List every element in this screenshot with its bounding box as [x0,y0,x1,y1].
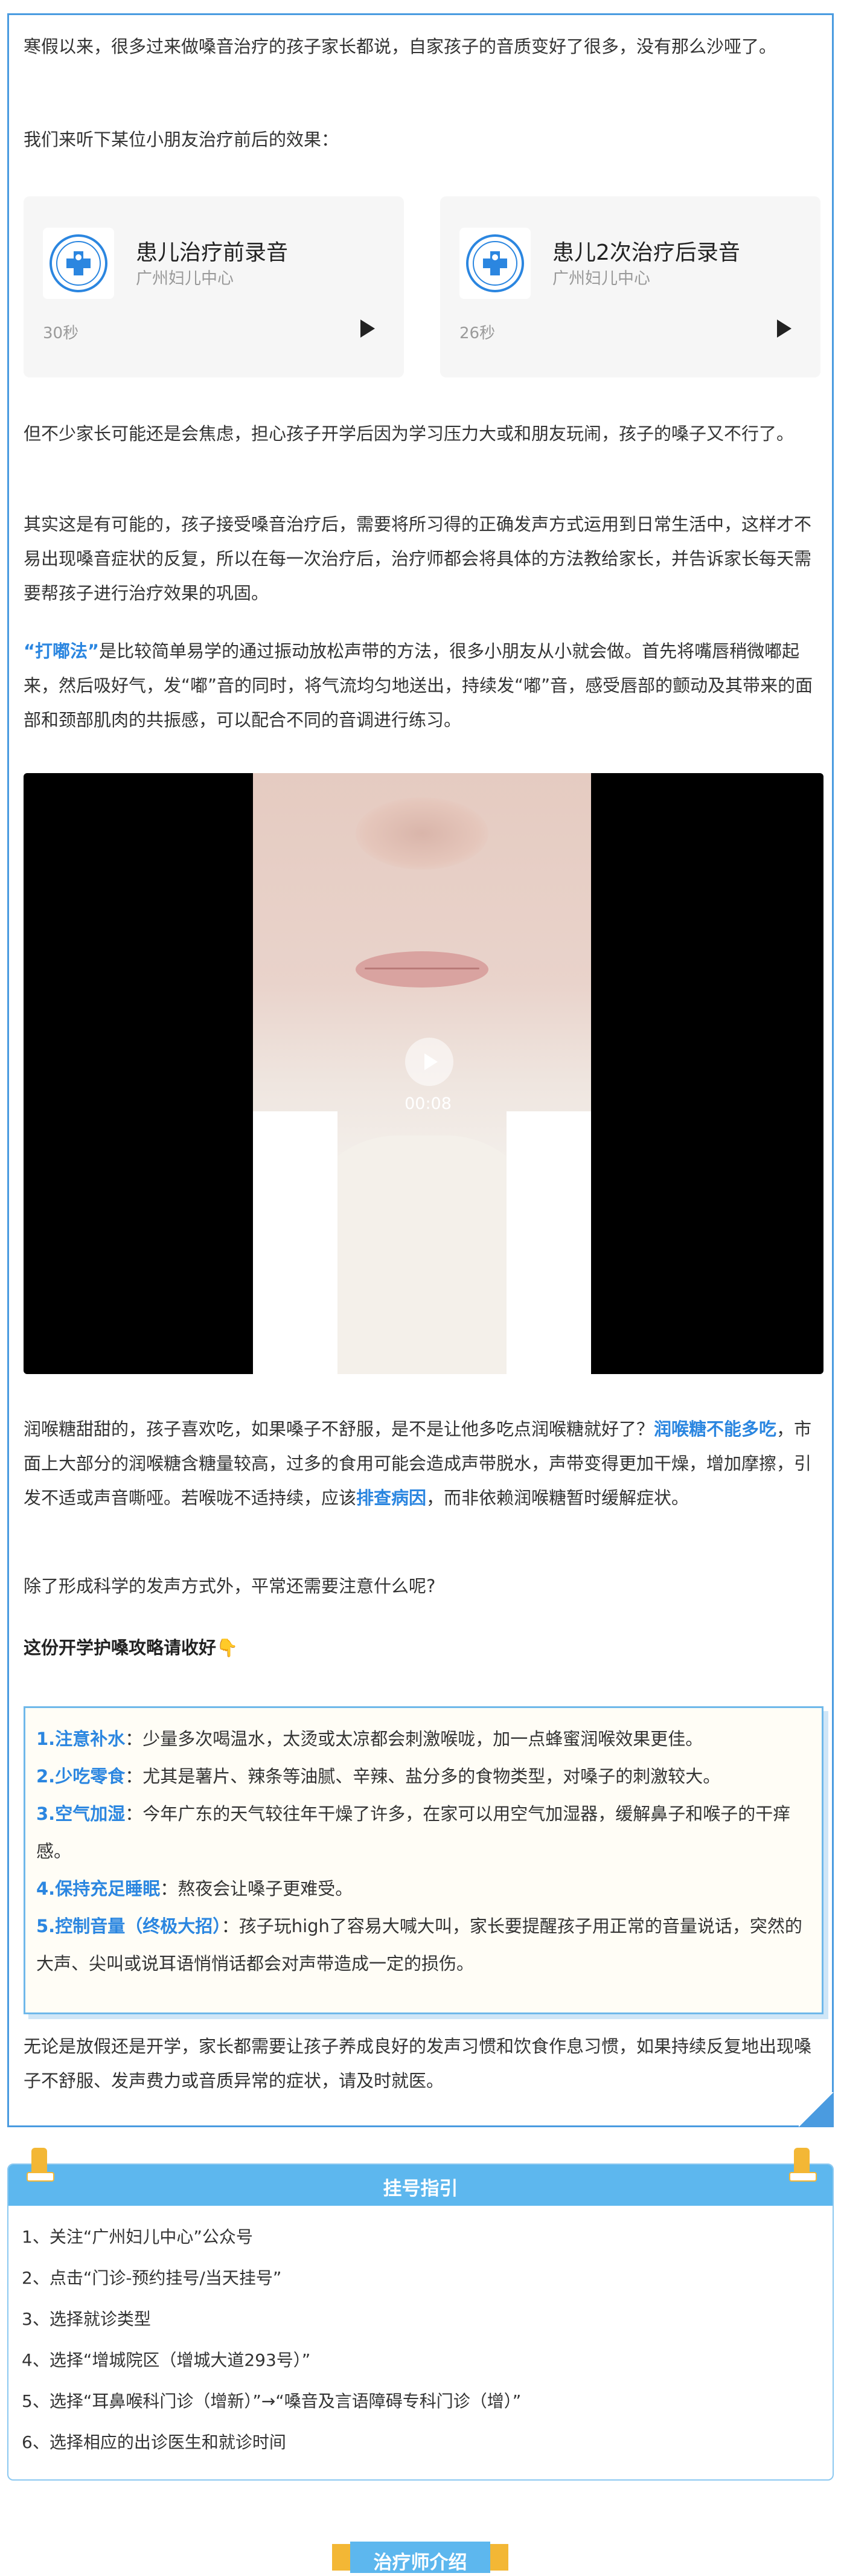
guide-step: 4、选择“增城院区（增城大道293号）” [22,2350,311,2370]
tip-text: ：熬夜会让嗓子更难受。 [160,1878,353,1899]
tip-heading: 5.控制音量（终极大招） [36,1916,222,1936]
lozenge-highlight-1: 润喉糖不能多吃 [654,1419,777,1439]
tip-heading: 2.少吃零食 [36,1766,126,1787]
paragraph-consolidate: 其实这是有可能的，孩子接受嗓音治疗后，需要将所习得的正确发声方式运用到日常生活中… [24,514,812,603]
guide-step: 2、点击“门诊-预约挂号/当天挂号” [22,2268,282,2288]
intro-bar-right [490,2544,508,2571]
tip-heading: 3.空气加湿 [36,1804,126,1824]
guide-title: 挂号指引 [383,2178,458,2200]
guide-step: 5、选择“耳鼻喉科门诊（增新）”→“嗓音及言语障碍专科门诊（增）” [22,2391,522,2411]
video-player[interactable]: 00:08 [24,773,823,1374]
audio-duration: 26秒 [459,324,496,342]
pin-icon [789,2148,817,2182]
tips-box: 1.注意补水：少量多次喝温水，太烫或太凉都会刺激喉咙，加一点蜂蜜润喉效果更佳。 … [24,1706,823,2014]
tip-item: 2.少吃零食：尤其是薯片、辣条等油腻、辛辣、盐分多的食物类型，对嗓子的刺激较大。 [36,1758,809,1795]
doctor-intro-banner: 治疗师介绍 [350,2542,490,2574]
tip-item: 4.保持充足睡眠：熬夜会让嗓子更难受。 [36,1870,809,1907]
tip-heading: 4.保持充足睡眠 [36,1878,161,1899]
guide-step: 1、关注“广州妇儿中心”公众号 [22,2227,253,2247]
tip-heading: 1.注意补水 [36,1729,126,1749]
guide-header: 挂号指引 [8,2165,833,2206]
audio-title: 患儿2次治疗后录音 [552,240,740,265]
paragraph-dudu-method: “打嘟法”是比较简单易学的通过振动放松声带的方法，很多小朋友从小就会做。首先将嘴… [24,634,823,737]
play-icon[interactable] [777,320,791,338]
video-timestamp: 00:08 [405,1094,452,1113]
paragraph-worry: 但不少家长可能还是会焦虑，担心孩子开学后因为学习压力大或和朋友玩闹，孩子的嗓子又… [24,423,795,444]
paragraph-attention: 除了形成科学的发声方式外，平常还需要注意什么呢? [24,1576,436,1596]
hospital-logo-icon [43,228,114,299]
video-coat-right [507,1111,591,1374]
guide-step: 3、选择就诊类型 [22,2309,151,2329]
article-frame: 寒假以来，很多过来做嗓音治疗的孩子家长都说，自家孩子的音质变好了很多，没有那么沙… [7,13,834,2127]
video-play-icon[interactable] [405,1038,453,1086]
registration-guide: 挂号指引 1、关注“广州妇儿中心”公众号 2、点击“门诊-预约挂号/当天挂号” … [7,2148,834,2481]
doctor-intro-title: 治疗师介绍 [373,2552,467,2574]
tip-text: ：少量多次喝温水，太烫或太凉都会刺激喉咙，加一点蜂蜜润喉效果更佳。 [125,1729,703,1749]
dudu-method-text: 是比较简单易学的通过振动放松声带的方法，很多小朋友从小就会做。首先将嘴唇稍微嘟起… [24,641,813,730]
dudu-method-highlight: “打嘟法” [24,641,100,661]
lozenge-text-3: ，而非依赖润喉糖暂时缓解症状。 [426,1488,689,1508]
corner-fold-decoration [799,2092,834,2127]
tip-item: 3.空气加湿：今年广东的天气较往年干燥了许多，在家可以用空气加湿器，缓解鼻子和喉… [36,1795,809,1870]
video-coat-left [253,1111,337,1374]
audio-card-after[interactable]: 患儿2次治疗后录音 广州妇儿中心 26秒 [440,196,820,377]
tip-text: ：今年广东的天气较往年干燥了许多，在家可以用空气加湿器，缓解鼻子和喉子的干痒感。 [36,1804,791,1861]
audio-source: 广州妇儿中心 [552,269,650,288]
paragraph-guide-heading: 这份开学护嗓攻略请收好👇 [24,1637,238,1658]
video-nose-shape [356,797,488,870]
audio-card-before[interactable]: 患儿治疗前录音 广州妇儿中心 30秒 [24,196,404,377]
paragraph-intro: 寒假以来，很多过来做嗓音治疗的孩子家长都说，自家孩子的音质变好了很多，没有那么沙… [24,36,777,57]
audio-source: 广州妇儿中心 [136,269,234,288]
hospital-logo-icon [459,228,531,299]
guide-step: 6、选择相应的出诊医生和就诊时间 [22,2432,286,2452]
play-icon[interactable] [360,320,375,338]
lozenge-text-1: 润喉糖甜甜的，孩子喜欢吃，如果嗓子不舒服，是不是让他多吃点润喉糖就好了？ [24,1419,654,1439]
lozenge-highlight-2: 排查病因 [356,1488,427,1508]
video-lips-line [365,968,479,969]
tip-item: 1.注意补水：少量多次喝温水，太烫或太凉都会刺激喉咙，加一点蜂蜜润喉效果更佳。 [36,1720,809,1758]
audio-title: 患儿治疗前录音 [136,240,289,265]
paragraph-closing: 无论是放假还是开学，家长都需要让孩子养成良好的发声习惯和饮食作息习惯，如果持续反… [24,2036,812,2091]
video-lips-shape [356,951,488,988]
tip-item: 5.控制音量（终极大招）：孩子玩high了容易大喊大叫，家长要提醒孩子用正常的音… [36,1907,809,1982]
audio-duration: 30秒 [43,324,79,342]
paragraph-lozenge: 润喉糖甜甜的，孩子喜欢吃，如果嗓子不舒服，是不是让他多吃点润喉糖就好了？润喉糖不… [24,1412,823,1515]
intro-bar-left [332,2544,350,2571]
paragraph-listen: 我们来听下某位小朋友治疗前后的效果： [24,129,339,150]
tip-text: ：尤其是薯片、辣条等油腻、辛辣、盐分多的食物类型，对嗓子的刺激较大。 [125,1766,721,1787]
pin-icon [27,2148,54,2182]
